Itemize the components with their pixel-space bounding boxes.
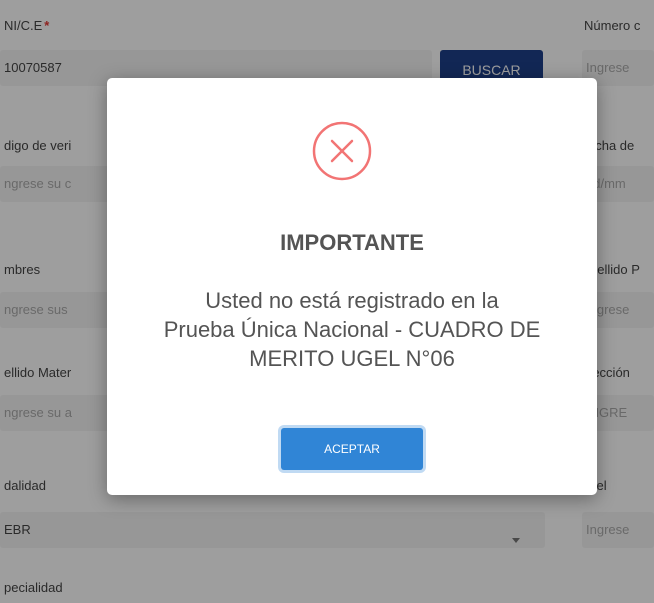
error-x-circle-icon — [312, 121, 372, 181]
dialog-message: Usted no está registrado en la Prueba Ún… — [117, 286, 587, 373]
dialog-message-line: MERITO UGEL N°06 — [249, 346, 455, 371]
aceptar-button[interactable]: ACEPTAR — [281, 428, 423, 470]
dialog-message-line: Usted no está registrado en la — [205, 288, 499, 313]
dialog-message-line: Prueba Única Nacional - CUADRO DE — [163, 317, 541, 342]
alert-dialog: IMPORTANTE Usted no está registrado en l… — [107, 78, 597, 495]
dialog-title: IMPORTANTE — [280, 230, 424, 255]
